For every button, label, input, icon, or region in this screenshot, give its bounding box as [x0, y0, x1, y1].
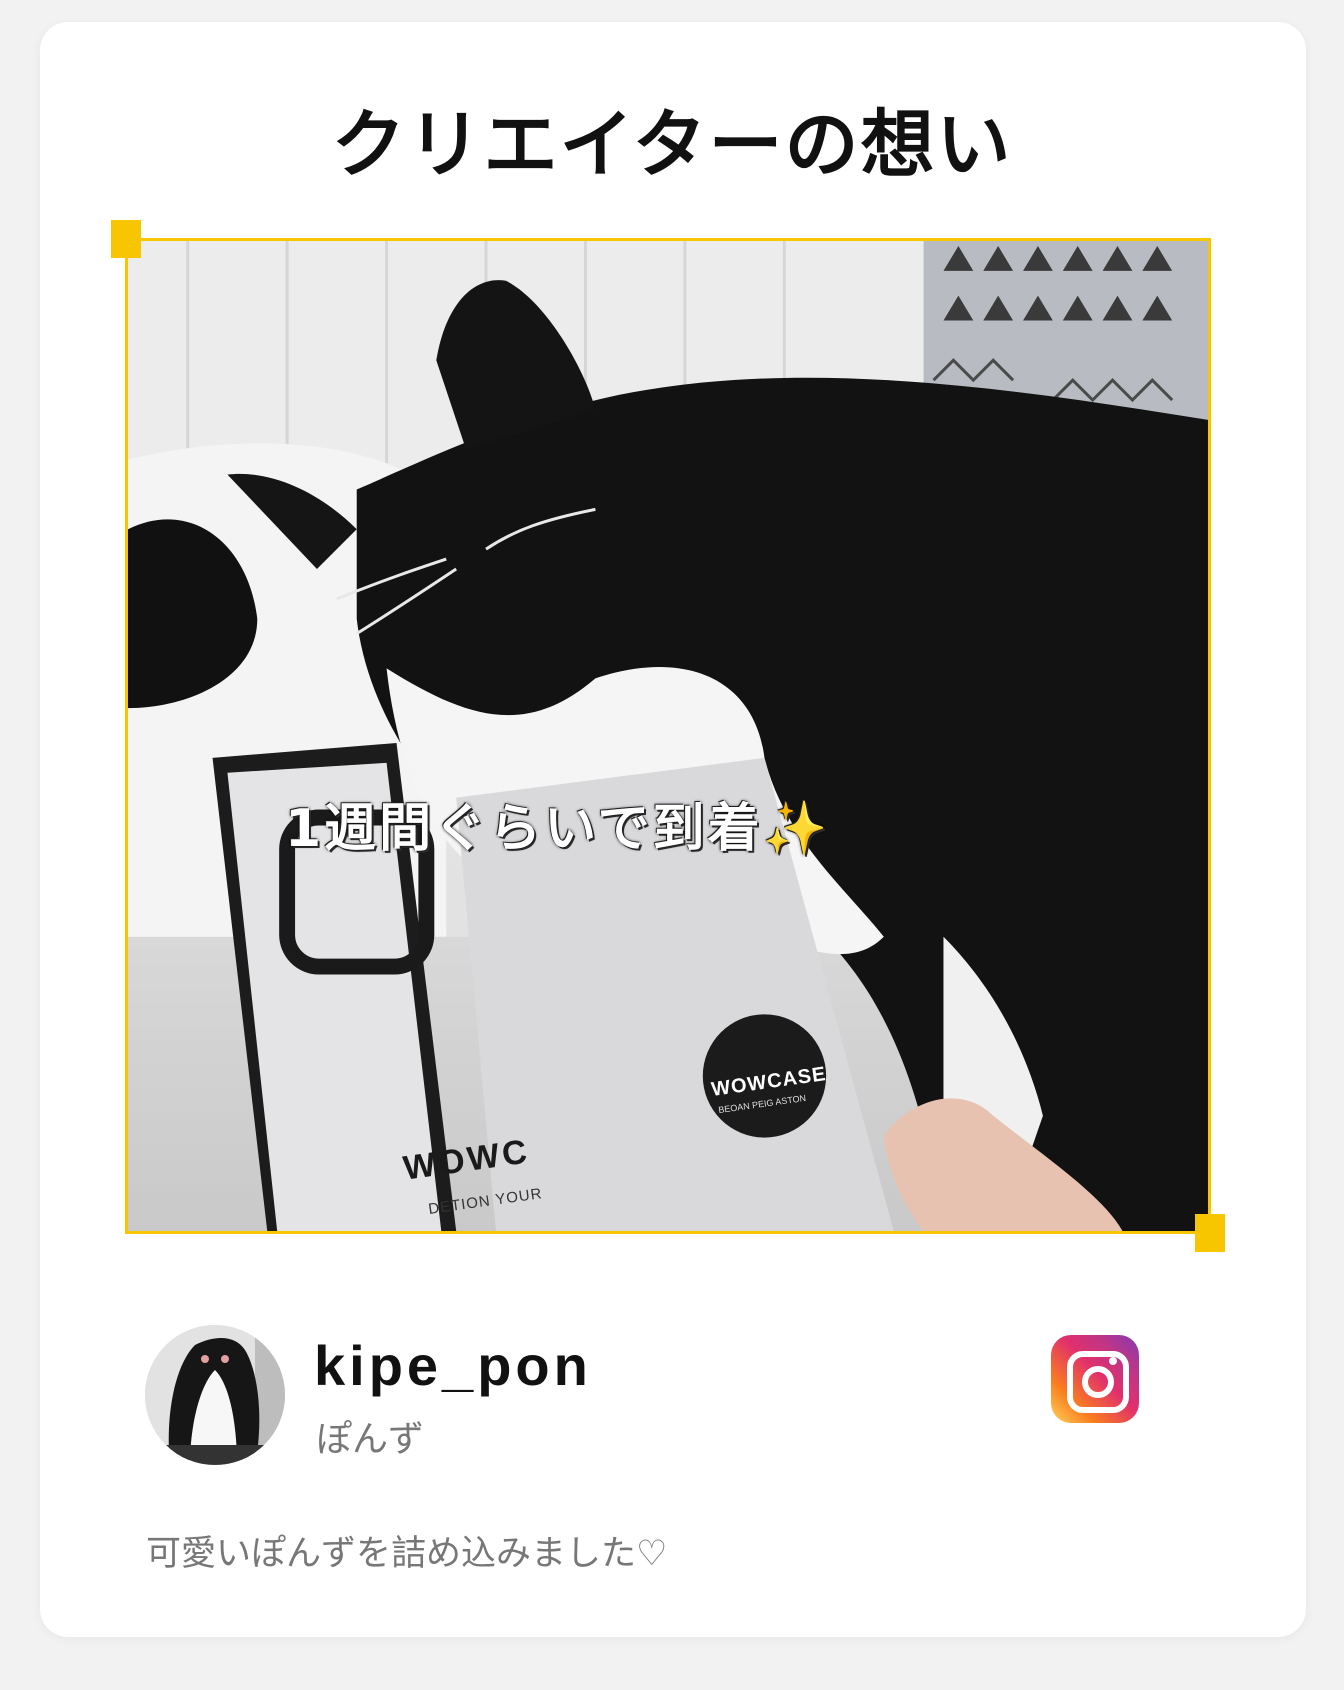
creator-photo[interactable]: 1週間ぐらいで到着✨ WOWC DETION YOUR WOWCASE BEOA…: [125, 238, 1211, 1234]
avatar[interactable]: [145, 1325, 285, 1465]
creator-comment: 可愛いぽんずを詰め込みました♡: [146, 1534, 668, 1574]
resize-handle-top-left[interactable]: [111, 220, 141, 258]
instagram-icon-lens: [1082, 1366, 1114, 1398]
caption-text: 1週間ぐらいで到着: [285, 799, 763, 859]
instagram-icon-dot: [1109, 1357, 1117, 1365]
creator-display-name: ぽんず: [316, 1419, 425, 1460]
photo-caption: 1週間ぐらいで到着✨: [285, 786, 830, 861]
creator-username[interactable]: kipe_pon: [314, 1333, 592, 1398]
instagram-icon[interactable]: [1051, 1335, 1139, 1423]
avatar-image: [145, 1325, 285, 1465]
photo-image: [128, 241, 1208, 1231]
sparkle-icon: ✨: [762, 799, 831, 859]
page-title: クリエイターの想い: [331, 102, 1013, 188]
resize-handle-bottom-right[interactable]: [1195, 1214, 1225, 1252]
